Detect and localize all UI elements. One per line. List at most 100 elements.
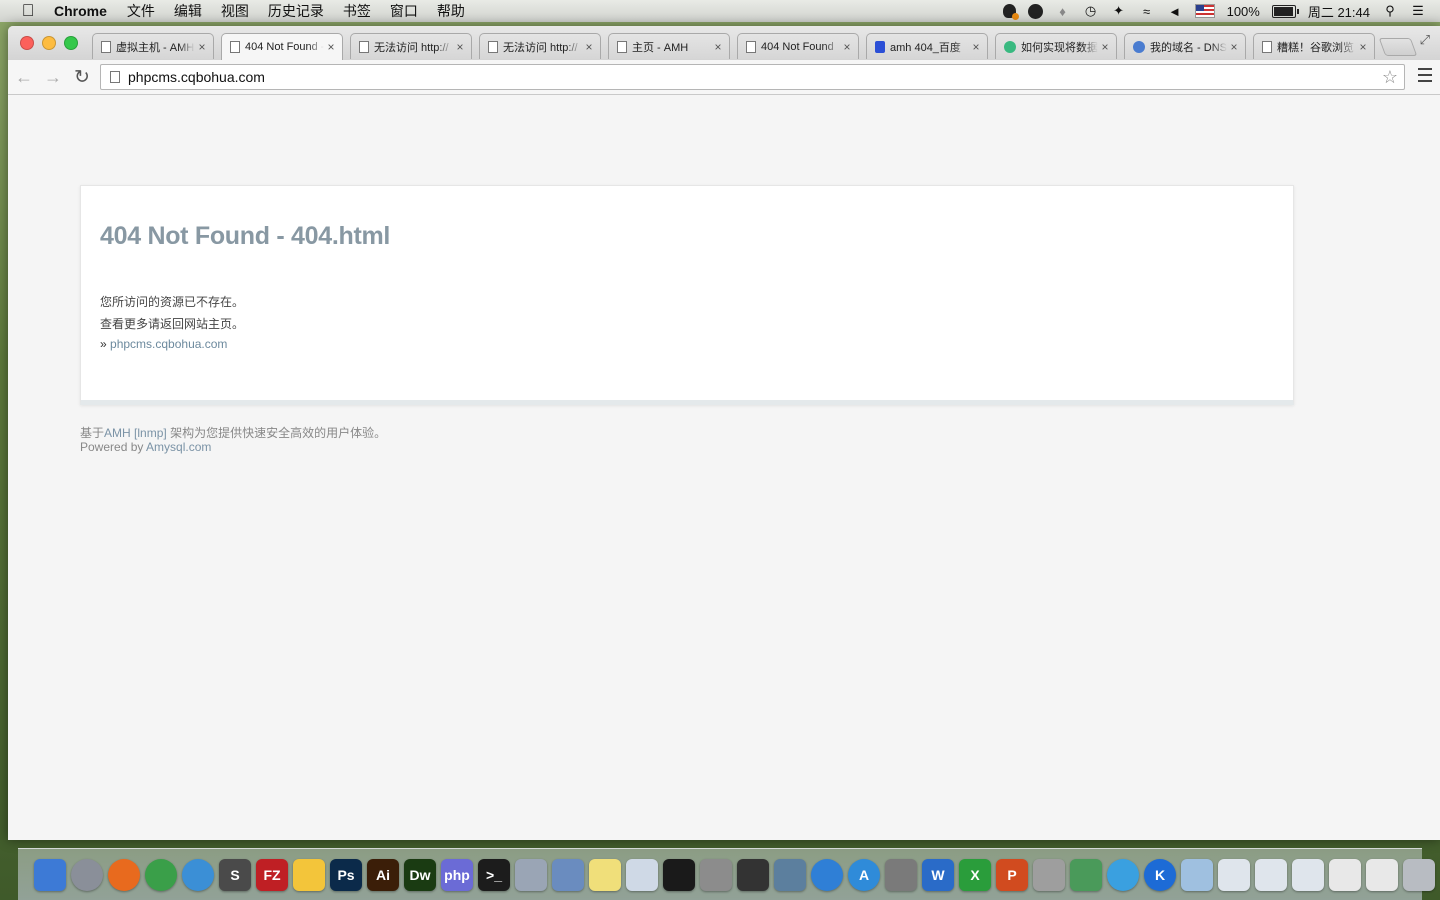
qq-icon[interactable] xyxy=(663,859,695,891)
fullscreen-icon[interactable]: ⤢ xyxy=(1420,32,1430,48)
photoshop-icon[interactable]: Ps xyxy=(330,859,362,891)
reload-button[interactable]: ↻ xyxy=(69,64,95,90)
tab-cannot-access-2[interactable]: 无法访问 http:// × xyxy=(479,33,601,59)
close-icon[interactable]: × xyxy=(969,40,983,54)
tab-title: 主页 - AMH xyxy=(632,41,689,54)
app-store-icon[interactable]: A xyxy=(848,859,880,891)
system-tool-icon[interactable] xyxy=(515,859,547,891)
tab-404-not-found-active[interactable]: 404 Not Found - 404.html × xyxy=(221,33,343,60)
close-icon[interactable]: × xyxy=(1098,40,1112,54)
close-icon[interactable]: × xyxy=(1227,40,1241,54)
apps-stack-icon[interactable] xyxy=(1366,859,1398,891)
finder-icon[interactable] xyxy=(34,859,66,891)
back-button[interactable]: ← xyxy=(11,64,37,90)
notes-stack-icon[interactable] xyxy=(1329,859,1361,891)
utility-icon[interactable] xyxy=(1033,859,1065,891)
notification-bell-icon[interactable]: ♦ xyxy=(1055,3,1071,19)
amysql-link[interactable]: Amysql.com xyxy=(146,440,211,454)
minimize-window-button[interactable] xyxy=(42,36,56,50)
speaker-icon[interactable] xyxy=(737,859,769,891)
baidu-paw-icon xyxy=(875,40,885,53)
itunes-icon[interactable] xyxy=(811,859,843,891)
filezilla-icon[interactable]: FZ xyxy=(256,859,288,891)
status-app-icon[interactable] xyxy=(1027,3,1043,19)
chrome-icon[interactable] xyxy=(145,859,177,891)
app-menu-chrome[interactable]: Chrome xyxy=(54,3,107,19)
safari-icon[interactable] xyxy=(182,859,214,891)
close-icon[interactable]: × xyxy=(582,40,596,54)
menu-help[interactable]: 帮助 xyxy=(437,1,465,21)
close-icon[interactable]: × xyxy=(453,40,467,54)
kugou-icon[interactable]: K xyxy=(1144,859,1176,891)
documents-stack-icon[interactable] xyxy=(1255,859,1287,891)
close-icon[interactable]: × xyxy=(840,40,854,54)
phpstorm-icon[interactable]: php xyxy=(441,859,473,891)
lnmp-link[interactable]: [lnmp] xyxy=(134,426,167,440)
tab-virtual-host[interactable]: 虚拟主机 - AMH × xyxy=(92,33,214,59)
firefox-icon[interactable] xyxy=(108,859,140,891)
tab-how-to-data[interactable]: 如何实现将数据 × xyxy=(995,33,1117,59)
bluetooth-icon[interactable]: ✦ xyxy=(1111,3,1127,19)
tab-my-domains-dns[interactable]: 我的域名 - DNS × xyxy=(1124,33,1246,59)
tab-title: 虚拟主机 - AMH xyxy=(116,41,195,54)
time-machine-icon[interactable]: ◷ xyxy=(1083,3,1099,19)
stickies-icon[interactable] xyxy=(589,859,621,891)
tab-baidu-search[interactable]: amh 404_百度 × xyxy=(866,33,988,59)
tab-cannot-access-1[interactable]: 无法访问 http:// × xyxy=(350,33,472,59)
tab-title: 糟糕！谷歌浏览 xyxy=(1277,41,1354,54)
home-link[interactable]: phpcms.cqbohua.com xyxy=(110,337,227,351)
footer-prefix: 基于 xyxy=(80,426,105,440)
screenshots-stack-icon[interactable] xyxy=(1292,859,1324,891)
folder-icon[interactable] xyxy=(1181,859,1213,891)
menu-bookmarks[interactable]: 书签 xyxy=(343,1,371,21)
excel-icon[interactable]: X xyxy=(959,859,991,891)
cyberduck-icon[interactable] xyxy=(293,859,325,891)
forward-button[interactable]: → xyxy=(40,64,66,90)
dreamweaver-icon[interactable]: Dw xyxy=(404,859,436,891)
messenger-icon[interactable] xyxy=(1107,859,1139,891)
map-icon[interactable] xyxy=(1070,859,1102,891)
terminal-icon[interactable]: >_ xyxy=(478,859,510,891)
close-icon[interactable]: × xyxy=(324,40,338,54)
sublime-icon[interactable]: S xyxy=(219,859,251,891)
menu-window[interactable]: 窗口 xyxy=(390,1,418,21)
zoom-window-button[interactable] xyxy=(64,36,78,50)
battery-icon[interactable] xyxy=(1271,4,1299,18)
amh-link[interactable]: AMH xyxy=(104,426,131,440)
spotlight-search-icon[interactable]: ⚲ xyxy=(1382,3,1398,19)
close-window-button[interactable] xyxy=(20,36,34,50)
notification-center-icon[interactable]: ☰ xyxy=(1410,3,1426,19)
menu-history[interactable]: 历史记录 xyxy=(268,1,324,21)
powerpoint-icon[interactable]: P xyxy=(996,859,1028,891)
close-icon[interactable]: × xyxy=(711,40,725,54)
close-icon[interactable]: × xyxy=(195,40,209,54)
qq-notification-icon[interactable] xyxy=(1002,4,1019,20)
apple-menu-icon[interactable]:  xyxy=(18,1,38,21)
downloads-stack-icon[interactable] xyxy=(1218,859,1250,891)
menu-view[interactable]: 视图 xyxy=(221,1,249,21)
chrome-menu-button[interactable] xyxy=(1418,68,1432,82)
volume-icon[interactable]: ◄ xyxy=(1167,3,1183,19)
word-icon[interactable]: W xyxy=(922,859,954,891)
tab-404-not-found[interactable]: 404 Not Found × xyxy=(737,33,859,59)
iphoto-icon[interactable] xyxy=(774,859,806,891)
menu-edit[interactable]: 编辑 xyxy=(174,1,202,21)
menubar-clock[interactable]: 周二 21:44 xyxy=(1308,2,1370,21)
illustrator-icon[interactable]: Ai xyxy=(367,859,399,891)
close-icon[interactable]: × xyxy=(1356,40,1370,54)
bookmark-star-icon[interactable]: ☆ xyxy=(1382,67,1398,88)
address-bar[interactable]: phpcms.cqbohua.com ☆ xyxy=(100,64,1405,90)
menu-file[interactable]: 文件 xyxy=(127,1,155,21)
textedit-icon[interactable] xyxy=(626,859,658,891)
tab-chrome-error[interactable]: 糟糕！谷歌浏览 × xyxy=(1253,33,1375,59)
trash-icon[interactable] xyxy=(1403,859,1435,891)
wifi-icon[interactable]: ≈ xyxy=(1139,3,1155,19)
preview-icon[interactable] xyxy=(552,859,584,891)
url-text[interactable]: phpcms.cqbohua.com xyxy=(128,69,265,85)
new-tab-button[interactable] xyxy=(1378,38,1418,56)
tab-amh-home[interactable]: 主页 - AMH × xyxy=(608,33,730,59)
input-source-flag-icon[interactable] xyxy=(1194,4,1215,18)
system-preferences-icon[interactable] xyxy=(885,859,917,891)
facetime-icon[interactable] xyxy=(700,859,732,891)
launchpad-icon[interactable] xyxy=(71,859,103,891)
